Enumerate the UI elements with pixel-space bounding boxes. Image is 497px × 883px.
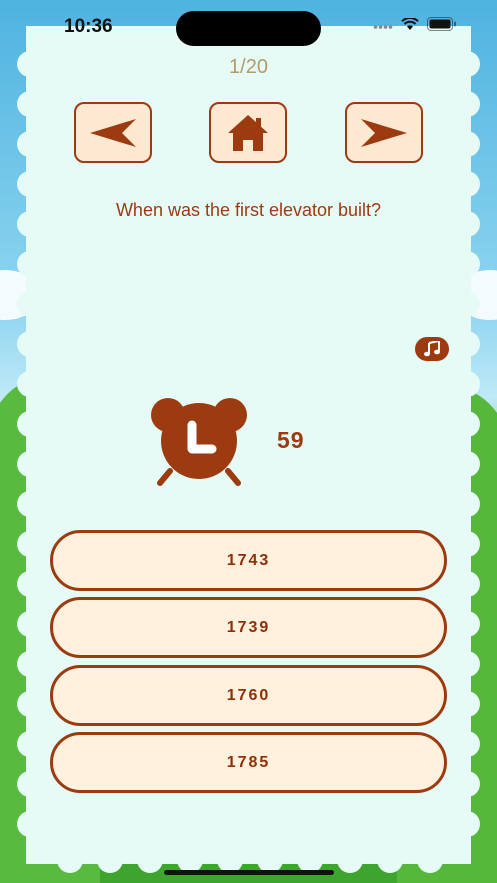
question-text: When was the first elevator built?: [115, 200, 382, 220]
answer-option-4[interactable]: 1785: [50, 732, 447, 793]
card-scallop: [337, 847, 363, 873]
card-scallop: [454, 491, 480, 517]
question-counter: 1/20: [229, 56, 268, 78]
card-scallop: [17, 651, 43, 677]
card-scallop: [17, 691, 43, 717]
card-scallop: [17, 531, 43, 557]
card-scallop: [454, 291, 480, 317]
card-scallop: [454, 371, 480, 397]
card-scallop: [137, 847, 163, 873]
card-scallop: [17, 251, 43, 277]
home-button[interactable]: [209, 102, 287, 163]
card-scallop: [17, 371, 43, 397]
card-scallop: [17, 811, 43, 837]
card-scallop: [454, 611, 480, 637]
card-scallop: [454, 731, 480, 757]
status-time: 10:36: [64, 16, 113, 37]
card-scallop: [97, 847, 123, 873]
card-scallop: [17, 491, 43, 517]
card-scallop: [17, 91, 43, 117]
card-scallop: [454, 451, 480, 477]
card-scallop: [454, 131, 480, 157]
card-scallop: [17, 451, 43, 477]
card-scallop: [17, 731, 43, 757]
card-scallop: [17, 571, 43, 597]
card-scallop: [17, 291, 43, 317]
card-scallop: [454, 171, 480, 197]
arrow-right-icon: [361, 118, 407, 147]
music-note-icon: [424, 341, 440, 357]
card-scallop: [17, 411, 43, 437]
card-scallop: [17, 611, 43, 637]
status-bar: 10:36: [0, 0, 497, 52]
card-scallop: [454, 411, 480, 437]
answer-option-2[interactable]: 1739: [50, 597, 447, 658]
card-scallop: [454, 91, 480, 117]
alarm-clock-icon: [151, 398, 247, 486]
answer-option-1[interactable]: 1743: [50, 530, 447, 591]
home-indicator: [164, 870, 334, 875]
dynamic-island: [176, 11, 321, 46]
card-scallop: [454, 571, 480, 597]
card-scallop: [454, 331, 480, 357]
card-scallop: [57, 847, 83, 873]
card-scallop: [17, 331, 43, 357]
card-scallop: [454, 771, 480, 797]
card-scallop: [17, 171, 43, 197]
timer-seconds: 59: [277, 427, 305, 453]
card-scallop: [454, 811, 480, 837]
signal-icon: [373, 25, 393, 29]
arrow-left-icon: [90, 118, 136, 147]
card-scallop: [377, 847, 403, 873]
previous-button[interactable]: [74, 102, 152, 163]
card-scallop: [454, 531, 480, 557]
card-scallop: [454, 691, 480, 717]
battery-icon: [427, 17, 456, 31]
wifi-icon: [401, 17, 419, 30]
next-button[interactable]: [345, 102, 423, 163]
answer-option-3[interactable]: 1760: [50, 665, 447, 726]
card-scallop: [17, 131, 43, 157]
music-toggle-button[interactable]: [415, 337, 449, 361]
card-scallop: [417, 847, 443, 873]
card-scallop: [17, 771, 43, 797]
card-scallop: [454, 651, 480, 677]
home-icon: [228, 114, 268, 151]
card-scallop: [454, 251, 480, 277]
